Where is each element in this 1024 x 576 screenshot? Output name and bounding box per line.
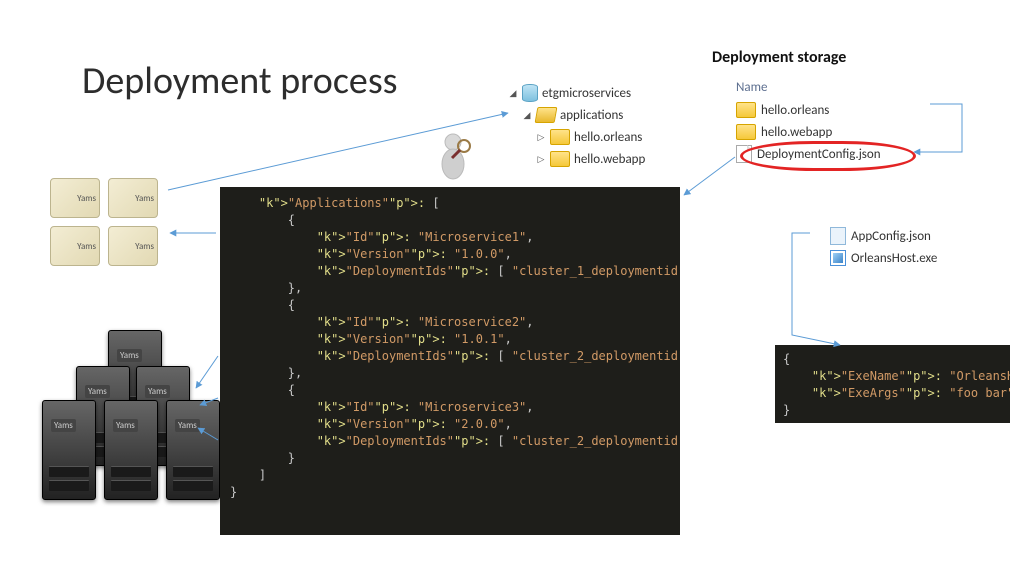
file-icon [736, 145, 752, 163]
item-label: hello.webapp [761, 125, 832, 140]
folder-icon [550, 129, 570, 145]
list-item-deployment-config[interactable]: DeploymentConfig.json [736, 143, 926, 165]
storage-tree: ◢ etgmicroservices ◢ applications ▷ hell… [508, 82, 712, 170]
item-label: hello.orleans [761, 103, 829, 118]
item-label: AppConfig.json [851, 229, 931, 244]
yams-server-icon: Yams [50, 178, 100, 218]
list-item[interactable]: AppConfig.json [830, 225, 937, 247]
folder-icon [736, 124, 756, 140]
helper-figure-icon [430, 130, 476, 180]
config-files: AppConfig.json OrleansHost.exe [830, 225, 937, 269]
cluster-servers: Yams Yams Yams Yams Yams Yams [34, 330, 216, 498]
list-item[interactable]: hello.webapp [736, 121, 926, 143]
tree-label: applications [560, 108, 623, 123]
database-icon [522, 84, 538, 102]
list-item[interactable]: hello.orleans [736, 99, 926, 121]
yams-server-icon: Yams [50, 226, 100, 266]
tree-node-root[interactable]: ◢ etgmicroservices [508, 82, 712, 104]
tree-label: hello.orleans [574, 130, 642, 145]
tree-label: etgmicroservices [542, 86, 631, 101]
expand-icon[interactable]: ◢ [508, 88, 518, 99]
tree-node-item[interactable]: ▷ hello.orleans [508, 126, 712, 148]
code-block-deployment-config: "k">"Applications""p">: [ { "k">"Id""p">… [220, 187, 680, 535]
yams-server-icon: Yams [108, 178, 158, 218]
expand-icon[interactable]: ▷ [536, 154, 546, 165]
name-panel: Name hello.orleans hello.webapp Deployme… [736, 80, 926, 165]
tree-node-item[interactable]: ▷ hello.webapp [508, 148, 712, 170]
exe-file-icon [830, 250, 846, 266]
name-header: Name [736, 80, 926, 95]
folder-open-icon [535, 107, 558, 123]
json-file-icon [830, 227, 846, 245]
yams-server-icon: Yams [108, 226, 158, 266]
tree-label: hello.webapp [574, 152, 645, 167]
tree-node-applications[interactable]: ◢ applications [508, 104, 712, 126]
yams-servers: Yams Yams Yams Yams [50, 178, 158, 266]
list-item[interactable]: OrleansHost.exe [830, 247, 937, 269]
folder-icon [736, 102, 756, 118]
expand-icon[interactable]: ◢ [522, 110, 532, 121]
folder-icon [550, 151, 570, 167]
storage-heading: Deployment storage [712, 48, 846, 67]
page-title: Deployment process [82, 58, 398, 104]
item-label: DeploymentConfig.json [757, 147, 881, 162]
expand-icon[interactable]: ▷ [536, 132, 546, 143]
code-block-app-config: { "k">"ExeName""p">: "OrleansHost.exe", … [775, 345, 1010, 423]
item-label: OrleansHost.exe [851, 251, 937, 266]
